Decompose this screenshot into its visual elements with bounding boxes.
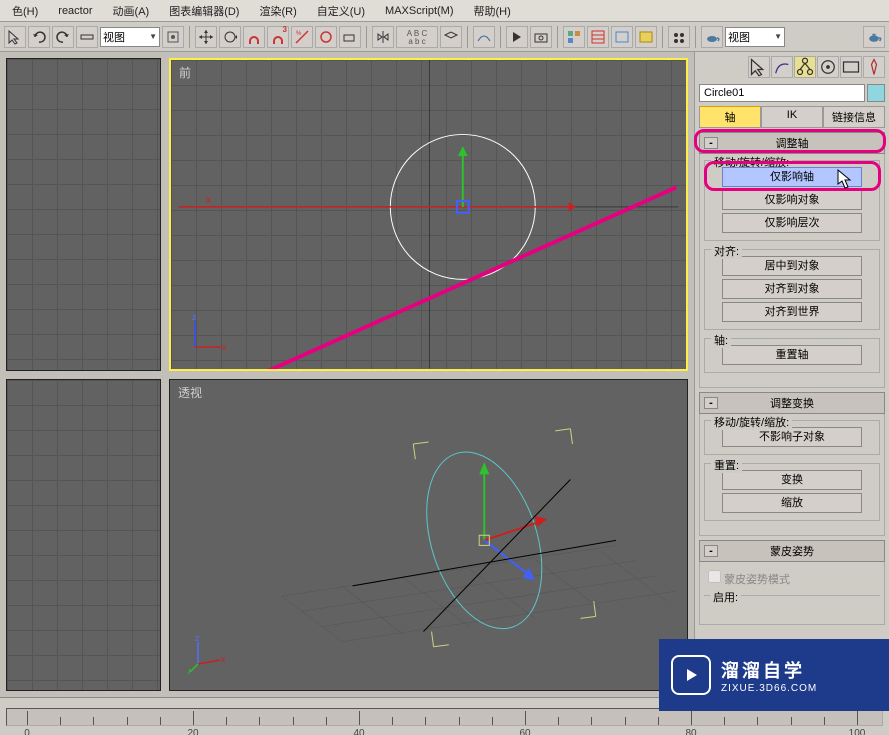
menu-help[interactable]: 帮助(H) [464,1,521,21]
tab-ik[interactable]: IK [761,106,823,128]
command-panel: 轴 IK 链接信息 调整轴 移动/旋转/缩放: 仅影响轴 仅影响对象 仅影响层次 [694,52,889,697]
menu-maxscript[interactable]: MAXScript(M) [375,3,463,19]
create-tab-icon[interactable] [748,56,770,78]
curve-editor-icon[interactable] [473,26,495,48]
snap-toggle-icon[interactable] [243,26,265,48]
watermark-url: ZIXUE.3D66.COM [721,683,817,694]
link-icon[interactable] [76,26,98,48]
menu-reactor[interactable]: reactor [48,3,102,19]
percent-snap-icon[interactable]: % [291,26,313,48]
teapot2-icon[interactable] [863,26,885,48]
viewport-top-left[interactable] [6,58,161,371]
viewport-label-front: 前 [179,64,191,81]
motion-tab-icon[interactable] [817,56,839,78]
select-move-icon[interactable] [195,26,217,48]
render-setup-icon[interactable] [611,26,633,48]
ruler-tick-label: 0 [24,728,30,735]
select-rotate-icon[interactable] [219,26,241,48]
pivot-center-icon[interactable] [162,26,184,48]
menu-bar: 色(H) reactor 动画(A) 图表编辑器(D) 渲染(R) 自定义(U)… [0,0,889,22]
ruler-tick-label: 20 [187,728,198,735]
skin-pose-mode-checkbox[interactable]: 蒙皮姿势模式 [708,574,790,586]
object-color-swatch[interactable] [867,84,885,102]
watermark-title: 溜溜自学 [721,657,817,683]
group-axis-label: 轴: [711,332,731,348]
align-icon[interactable]: A B Ca b c [396,26,438,48]
viewport-perspective[interactable]: 透视 [169,379,688,692]
menu-render[interactable]: 渲染(R) [249,1,306,21]
hierarchy-tab-icon[interactable] [794,56,816,78]
redo-icon[interactable] [52,26,74,48]
rollout-skin-pose[interactable]: 蒙皮姿势 [699,540,885,562]
ruler-tick-label: 40 [353,728,364,735]
tab-axis[interactable]: 轴 [699,106,761,128]
quick-render-icon[interactable] [668,26,690,48]
ruler-tick-label: 80 [685,728,696,735]
reset-scale-button[interactable]: 缩放 [722,493,861,513]
named-selection-icon[interactable] [339,26,361,48]
group-align-label: 对齐: [711,243,742,259]
reset-pivot-button[interactable]: 重置轴 [722,345,861,365]
center-to-object-button[interactable]: 居中到对象 [722,256,861,276]
svg-text:z: z [195,634,200,643]
align-to-object-button[interactable]: 对齐到对象 [722,279,861,299]
viewport-label-persp: 透视 [178,384,202,401]
group-move2-label: 移动/旋转/缩放: [711,414,792,430]
align-to-world-button[interactable]: 对齐到世界 [722,302,861,322]
display-tab-icon[interactable] [840,56,862,78]
mirror-icon[interactable] [372,26,394,48]
tab-link-info[interactable]: 链接信息 [823,106,885,128]
snapshot-icon[interactable] [530,26,552,48]
axis-tripod-persp: z x y [188,634,228,674]
svg-text:y: y [188,666,191,674]
menu-color[interactable]: 色(H) [2,1,48,21]
watermark-play-icon [671,655,711,695]
rollout-adjust-pivot[interactable]: 调整轴 [699,132,885,154]
angle-snap-icon[interactable]: 3 [267,26,289,48]
undo-icon[interactable] [28,26,50,48]
menu-animation[interactable]: 动画(A) [103,1,160,21]
layer-manager-icon[interactable] [440,26,462,48]
affect-hierarchy-only-button[interactable]: 仅影响层次 [722,213,861,233]
affect-pivot-only-button[interactable]: 仅影响轴 [722,167,861,187]
teapot-icon[interactable] [701,26,723,48]
affect-object-only-button[interactable]: 仅影响对象 [722,190,861,210]
menu-graph[interactable]: 图表编辑器(D) [159,1,249,21]
watermark: 溜溜自学 ZIXUE.3D66.COM [659,639,889,711]
modify-tab-icon[interactable] [771,56,793,78]
ruler-tick-label: 60 [519,728,530,735]
utilities-tab-icon[interactable] [863,56,885,78]
svg-text:x: x [221,654,226,664]
viewport-front[interactable]: 前 x [169,58,688,371]
main-toolbar: 视图 3 % A B Ca b c 视图 [0,22,889,52]
reset-transform-button[interactable]: 变换 [722,470,861,490]
group-reset-label: 重置: [711,457,742,473]
play-icon[interactable] [506,26,528,48]
rollout-adjust-transform[interactable]: 调整变换 [699,392,885,414]
render-view-dropdown[interactable]: 视图 [725,27,785,47]
svg-text:%: % [296,31,302,37]
schematic-view-icon[interactable] [563,26,585,48]
group-enable-label: 启用: [710,589,741,605]
spinner-snap-icon[interactable] [315,26,337,48]
viewport-area: 前 x [0,52,694,697]
select-arrow-icon[interactable] [4,26,26,48]
ruler-tick-label: 100 [849,728,866,735]
render-frame-icon[interactable] [635,26,657,48]
viewport-bottom-left[interactable] [6,379,161,692]
svg-text:x: x [206,195,211,206]
object-name-field[interactable] [699,84,865,102]
material-editor-icon[interactable] [587,26,609,48]
menu-customize[interactable]: 自定义(U) [307,1,375,21]
ref-coord-dropdown[interactable]: 视图 [100,27,160,47]
dont-affect-children-button[interactable]: 不影响子对象 [722,427,861,447]
